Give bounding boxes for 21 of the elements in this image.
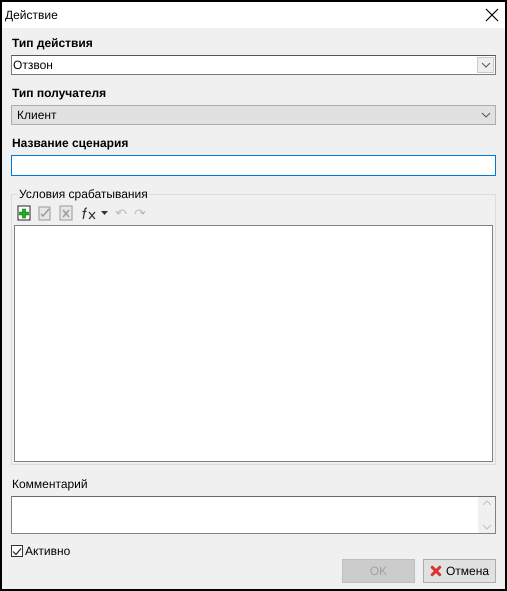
function-menu-icon[interactable] xyxy=(80,205,108,221)
add-document-icon[interactable] xyxy=(17,205,31,221)
close-icon[interactable] xyxy=(485,8,499,22)
checkbox[interactable] xyxy=(11,545,23,557)
field-label: Тип действия xyxy=(12,36,94,50)
checkbox-label[interactable]: Активно xyxy=(25,544,70,558)
window-title: Действие xyxy=(5,8,58,22)
recipient-type-dropdown[interactable]: Клиент xyxy=(11,105,496,125)
field-label: Тип получателя xyxy=(12,86,108,100)
scroll-down-icon[interactable] xyxy=(482,524,492,530)
close-x-icon xyxy=(430,563,442,579)
chevron-down-icon xyxy=(480,62,490,68)
action-type-combo[interactable]: Отзвон xyxy=(11,55,496,75)
scroll-up-icon[interactable] xyxy=(482,500,492,506)
chevron-down-icon xyxy=(480,112,490,118)
comment-field[interactable] xyxy=(11,496,496,534)
cancel-button[interactable]: Отмена xyxy=(423,559,496,583)
group-title: Условия срабатывания xyxy=(18,187,149,201)
input-field[interactable] xyxy=(11,155,496,176)
field-label: Комментарий xyxy=(12,477,89,491)
field-label: Название сценария xyxy=(12,136,130,150)
